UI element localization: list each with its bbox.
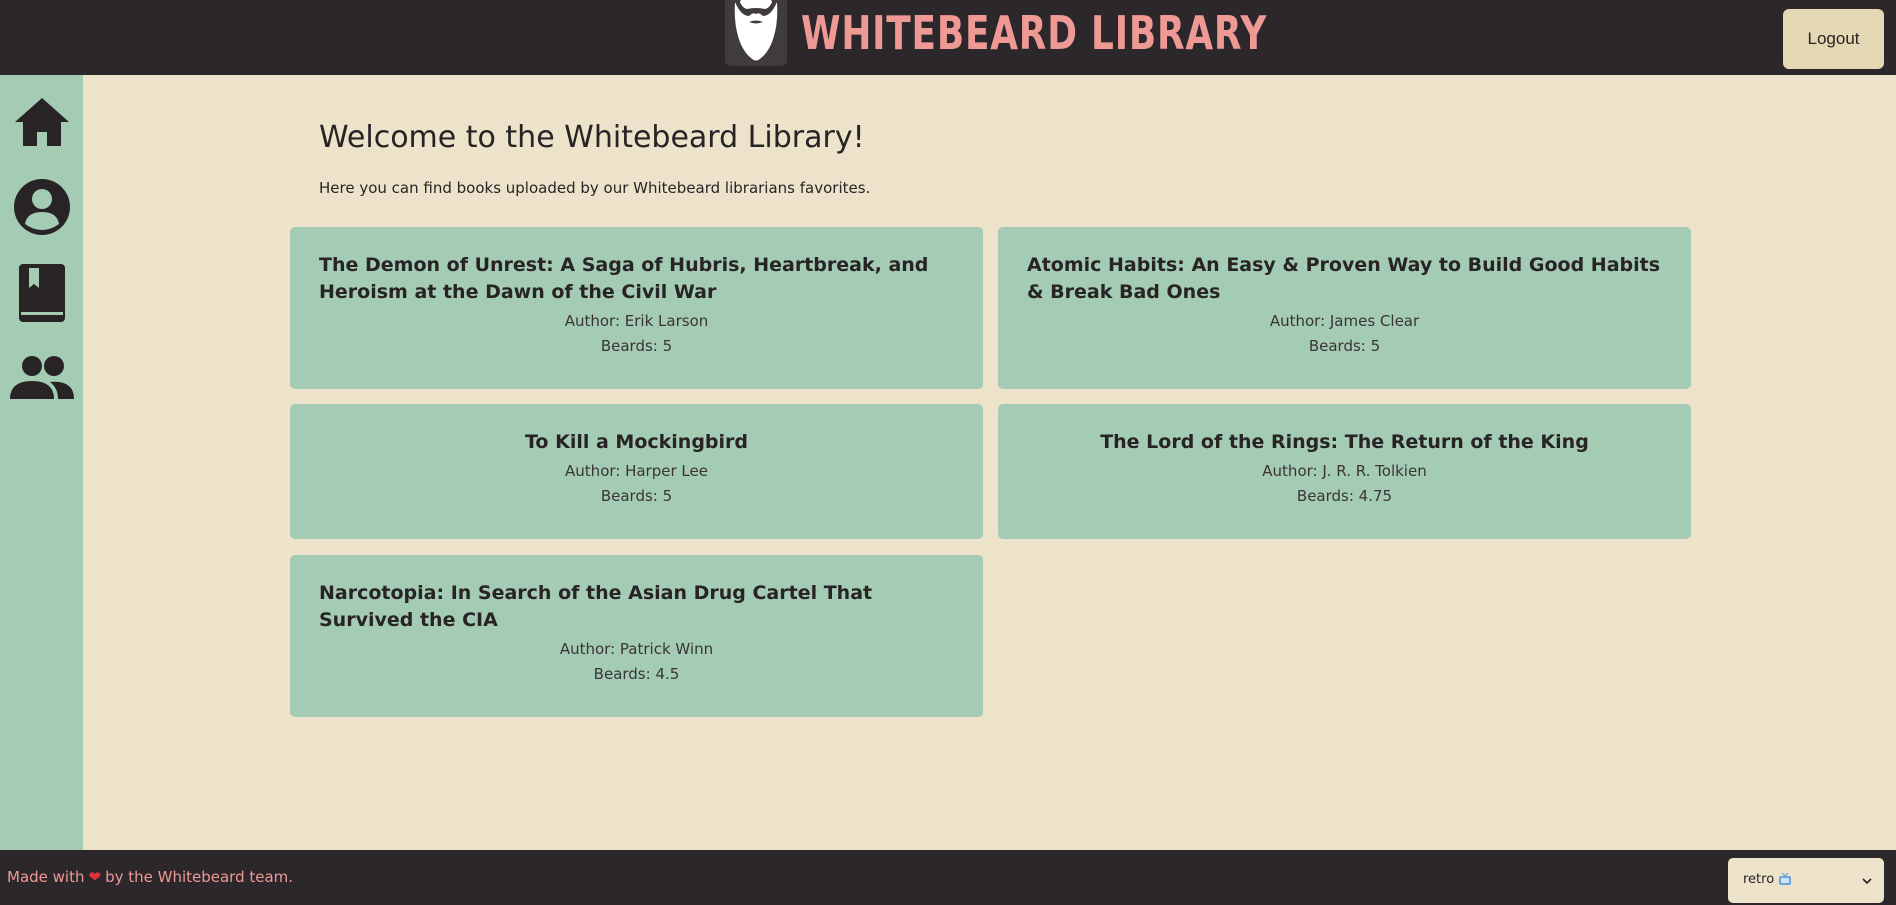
book-title: The Demon of Unrest: A Saga of Hubris, H… (319, 254, 929, 303)
book-author: Author: Harper Lee (565, 462, 708, 480)
book-title: Atomic Habits: An Easy & Proven Way to B… (1027, 254, 1661, 303)
footer-credit: Made with ❤ by the Whitebeard team. (7, 850, 293, 905)
book-title: The Lord of the Rings: The Return of the… (1100, 431, 1589, 453)
top-bar: WHITEBEARD LIBRARY Logout (0, 0, 1896, 75)
book-beards: Beards: 4.75 (1296, 487, 1393, 505)
theme-select[interactable]: retro (1728, 858, 1884, 903)
sidebar (0, 75, 83, 850)
book-card[interactable]: The Lord of the Rings: The Return of the… (998, 404, 1691, 539)
beard-icon (725, 0, 787, 66)
book-icon (18, 264, 65, 322)
main-content: Welcome to the Whitebeard Library! Here … (83, 75, 1896, 850)
book-beards: Beards: 5 (1308, 337, 1381, 355)
theme-value: retro (1743, 872, 1775, 887)
book-card[interactable]: To Kill a Mockingbird Author: Harper Lee… (290, 404, 983, 539)
footer: Made with ❤ by the Whitebeard team. retro (0, 850, 1896, 905)
book-card[interactable]: Narcotopia: In Search of the Asian Drug … (290, 555, 983, 717)
book-title: To Kill a Mockingbird (525, 431, 748, 453)
book-card[interactable]: Atomic Habits: An Easy & Proven Way to B… (998, 227, 1691, 389)
app-title: WHITEBEARD LIBRARY (801, 6, 1268, 60)
sidebar-item-home[interactable] (0, 84, 83, 160)
logout-button[interactable]: Logout (1783, 9, 1884, 69)
page-title: Welcome to the Whitebeard Library! (319, 120, 865, 155)
footer-team: by the Whitebeard team. (105, 868, 294, 886)
user-icon (13, 179, 70, 235)
group-icon (9, 356, 74, 399)
tv-icon (1779, 873, 1791, 885)
book-beards: Beards: 5 (600, 337, 673, 355)
sidebar-item-users[interactable] (0, 340, 83, 416)
book-author: Author: J. R. R. Tolkien (1262, 462, 1427, 480)
footer-made-with: Made with (7, 868, 85, 886)
chevron-down-icon (1862, 878, 1872, 884)
book-title: Narcotopia: In Search of the Asian Drug … (319, 582, 873, 631)
sidebar-item-books[interactable] (0, 255, 83, 331)
page-subtitle: Here you can find books uploaded by our … (319, 179, 871, 197)
sidebar-item-profile[interactable] (0, 169, 83, 245)
home-icon (14, 98, 69, 146)
book-card[interactable]: The Demon of Unrest: A Saga of Hubris, H… (290, 227, 983, 389)
book-author: Author: Erik Larson (564, 312, 709, 330)
logo[interactable]: WHITEBEARD LIBRARY (725, 0, 1399, 66)
book-author: Author: Patrick Winn (559, 640, 714, 658)
heart-icon: ❤ (88, 868, 102, 886)
book-beards: Beards: 4.5 (593, 665, 680, 683)
book-author: Author: James Clear (1269, 312, 1420, 330)
book-beards: Beards: 5 (600, 487, 673, 505)
